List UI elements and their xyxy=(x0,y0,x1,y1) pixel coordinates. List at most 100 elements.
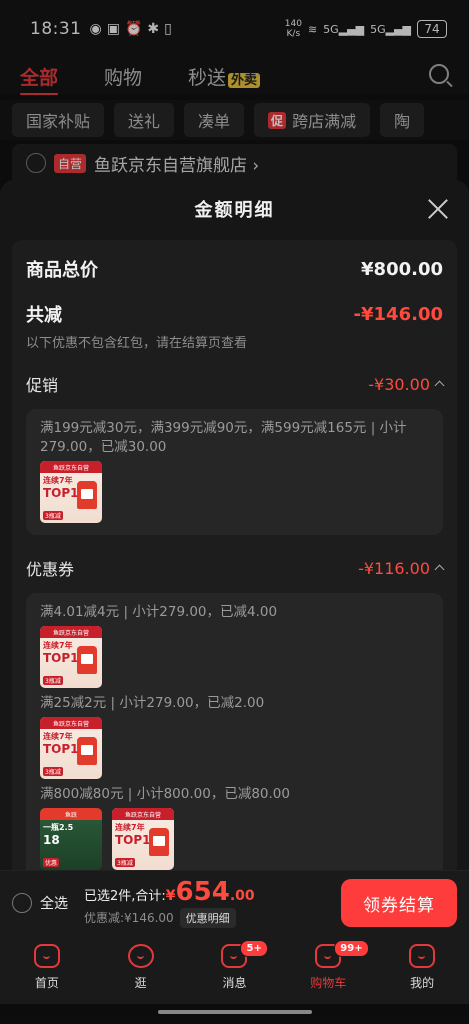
coupon-thumbs: 鱼跃京东自营 连续7年 TOP1 3瓶减 xyxy=(40,626,429,688)
selected-text: 已选2件,合计: xyxy=(84,888,166,904)
summary-total: 已选2件,合计: ¥ 654 .00 xyxy=(84,878,255,906)
amount-detail-sheet: 金额明细 商品总价 ¥800.00 共减 -¥146.00 以下优惠不包含红包，… xyxy=(0,180,469,870)
chip-more[interactable]: 陶 xyxy=(380,103,425,137)
product-thumbnail[interactable]: 鱼跃京东自营 连续7年 TOP1 3瓶减 xyxy=(40,461,102,523)
tab-instant-delivery-label: 秒送 xyxy=(188,66,227,89)
sheet-title: 金额明细 xyxy=(194,200,275,221)
status-time: 18:31 xyxy=(30,19,82,39)
bluetooth-icon: ✱ xyxy=(147,21,160,37)
bottle-image xyxy=(77,737,97,765)
browse-icon xyxy=(127,944,154,968)
bottle-image xyxy=(77,646,97,674)
product-thumbnail[interactable]: 鱼跃京东自营 连续7年 TOP1 3瓶减 xyxy=(40,626,102,688)
total-value: ¥800.00 xyxy=(361,258,443,280)
promo-value-wrap: -¥30.00 xyxy=(368,374,445,394)
total-row: 商品总价 ¥800.00 xyxy=(26,252,443,286)
product-thumbnail[interactable]: 鱼跃京东自营 连续7年 TOP1 3瓶减 xyxy=(112,808,174,870)
nav-home[interactable]: 首页 xyxy=(7,944,87,991)
reduce-label: 共减 xyxy=(26,305,62,326)
coupon-value: -¥116.00 xyxy=(358,558,430,578)
coupon-line: 满4.01减4元 | 小计279.00，已减4.00 xyxy=(40,604,278,620)
search-icon[interactable] xyxy=(429,64,449,84)
select-all-toggle[interactable]: 全选 xyxy=(12,892,68,913)
chip-cross-store-label: 跨店满减 xyxy=(292,112,357,131)
coupon-line: 满25减2元 | 小计279.00，已减2.00 xyxy=(40,695,265,711)
shop-select-radio[interactable] xyxy=(26,153,46,173)
bottom-nav: 首页 逛 5+ 消息 99+ 购物车 我的 xyxy=(0,934,469,1004)
status-right: 140 K/s ≋ 5G▂▄▆ 5G▂▄▆ 74 xyxy=(285,19,447,39)
price-integer: 654 xyxy=(175,876,230,907)
bottle-image xyxy=(149,828,169,856)
thumb-line2: 18 xyxy=(43,833,60,847)
total-label: 商品总价 xyxy=(26,260,98,281)
discount-detail-button[interactable]: 优惠明细 xyxy=(179,907,236,928)
self-operated-badge: 自营 xyxy=(54,153,87,173)
amount-card: 商品总价 ¥800.00 共减 -¥146.00 以下优惠不包含红包，请在结算页… xyxy=(12,240,457,870)
summary-discount: 优惠减:¥146.00 优惠明细 xyxy=(84,907,255,928)
select-all-label: 全选 xyxy=(40,895,68,912)
reduce-value: -¥146.00 xyxy=(353,303,443,325)
tab-instant-delivery[interactable]: 秒送 外卖 xyxy=(188,63,261,90)
thumb-foot: 3瓶减 xyxy=(43,511,63,520)
nav-messages-label: 消息 xyxy=(222,976,247,990)
chip-add-on[interactable]: 凑单 xyxy=(184,103,245,137)
net-speed-value: 140 xyxy=(284,19,302,29)
nav-me-label: 我的 xyxy=(410,976,435,990)
nav-cart-label: 购物车 xyxy=(310,976,347,990)
chip-cross-store[interactable]: 促跨店满减 xyxy=(254,103,371,137)
coupon-line: 满800减80元 | 小计800.00，已减80.00 xyxy=(40,786,290,802)
net-speed-unit: K/s xyxy=(286,29,301,39)
thumb-line2: TOP1 xyxy=(43,486,79,500)
tab-all[interactable]: 全部 xyxy=(20,63,59,95)
bottle-image xyxy=(77,481,97,509)
thumb-header: 鱼跃京东自营 xyxy=(112,808,174,820)
select-all-radio[interactable] xyxy=(12,892,32,913)
chip-gift[interactable]: 送礼 xyxy=(114,103,175,137)
thumb-foot: 3瓶减 xyxy=(115,858,135,867)
promo-label: 促销 xyxy=(26,376,59,395)
promo-section-header[interactable]: 促销 -¥30.00 xyxy=(26,371,445,397)
nav-cart[interactable]: 99+ 购物车 xyxy=(288,940,369,991)
product-thumbnail[interactable]: 鱼跃京东自营 连续7年 TOP1 3瓶减 xyxy=(40,717,102,779)
nav-me[interactable]: 我的 xyxy=(382,944,462,991)
nav-browse[interactable]: 逛 xyxy=(101,944,181,991)
shop-name[interactable]: 鱼跃京东自营旗舰店 › xyxy=(94,151,259,176)
filter-row: 国家补贴 送礼 凑单 促跨店满减 陶 xyxy=(0,100,469,140)
thumb-header: 鱼跃京东自营 xyxy=(40,461,102,473)
home-indicator[interactable] xyxy=(158,1010,312,1014)
status-bar: 18:31 ◉ ▣ ⏰ ✱ ▯ 140 K/s ≋ 5G▂▄▆ 5G▂▄▆ 74 xyxy=(0,0,469,58)
signal-1-label: 5G xyxy=(323,22,339,36)
profile-icon xyxy=(409,944,436,968)
thumb-header: 鱼跃京东自营 xyxy=(40,717,102,729)
sheet-header: 金额明细 xyxy=(0,180,469,238)
chip-national-subsidy[interactable]: 国家补贴 xyxy=(12,103,105,137)
home-icon xyxy=(33,944,60,968)
thumb-line2: TOP1 xyxy=(43,742,79,756)
nav-browse-label: 逛 xyxy=(134,976,147,990)
shop-row[interactable]: 自营 鱼跃京东自营旗舰店 › xyxy=(12,144,457,182)
coupon-section-header[interactable]: 优惠券 -¥116.00 xyxy=(26,555,445,581)
promo-value: -¥30.00 xyxy=(368,374,430,394)
thumb-line2: TOP1 xyxy=(43,651,79,665)
thumb-header: 鱼跃 xyxy=(40,808,102,820)
thumb-header: 鱼跃京东自营 xyxy=(40,626,102,638)
signal-2: 5G▂▄▆ xyxy=(370,22,411,36)
alarm-icon: ⏰ xyxy=(124,21,143,37)
tab-shopping[interactable]: 购物 xyxy=(104,63,142,90)
takeout-badge: 外卖 xyxy=(228,72,261,88)
checkout-button[interactable]: 领券结算 xyxy=(341,879,457,927)
close-icon[interactable] xyxy=(427,198,449,220)
signal-2-label: 5G xyxy=(370,22,386,36)
coupon-box: 满4.01减4元 | 小计279.00，已减4.00 鱼跃京东自营 连续7年 T… xyxy=(26,593,443,870)
cart-badge: 99+ xyxy=(334,940,369,957)
thumb-line2: TOP1 xyxy=(115,833,151,847)
nav-messages[interactable]: 5+ 消息 xyxy=(194,940,274,991)
thumb-foot: 3瓶减 xyxy=(43,676,63,685)
wifi-icon: ≋ xyxy=(307,22,318,36)
product-thumbnail[interactable]: 鱼跃 一瓶2.5 18 优惠 xyxy=(40,808,102,870)
chevron-up-icon xyxy=(434,564,445,574)
checkout-summary: 已选2件,合计: ¥ 654 .00 优惠减:¥146.00 优惠明细 xyxy=(84,878,255,928)
promo-thumbs: 鱼跃京东自营 连续7年 TOP1 3瓶减 xyxy=(40,461,429,523)
thumb-foot: 3瓶减 xyxy=(43,767,63,776)
reduce-row: 共减 -¥146.00 xyxy=(26,300,443,328)
